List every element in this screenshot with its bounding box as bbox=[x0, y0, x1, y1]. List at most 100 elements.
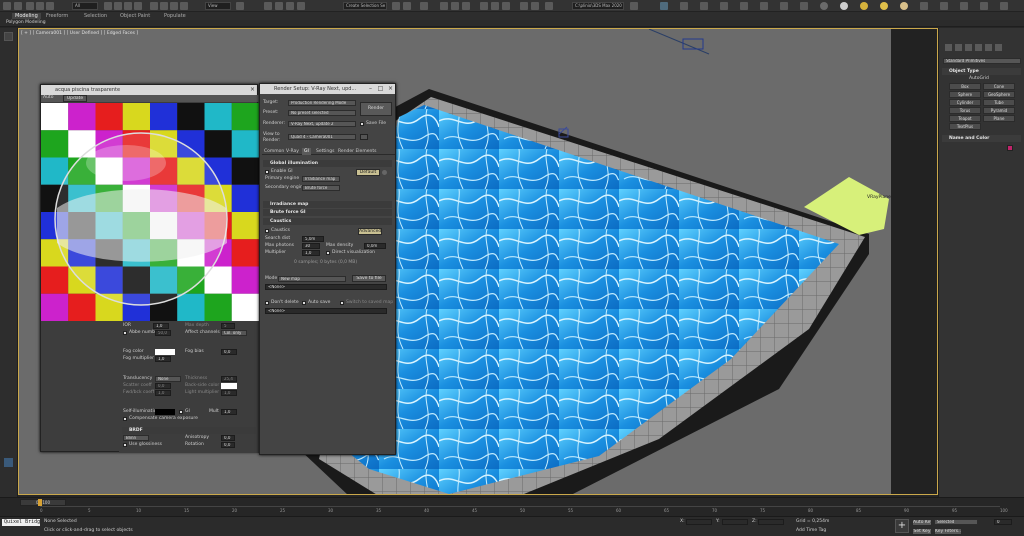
modify-tab-icon[interactable] bbox=[955, 44, 962, 51]
max-depth-input[interactable]: 5 bbox=[221, 323, 235, 329]
direct-vis-checkbox[interactable] bbox=[326, 251, 330, 255]
default-button[interactable]: Default bbox=[356, 169, 380, 176]
key-selection-dropdown[interactable]: Selected bbox=[934, 519, 978, 525]
minimize-icon[interactable]: – bbox=[366, 84, 375, 94]
light-icon[interactable] bbox=[880, 2, 888, 10]
tab-gi[interactable]: GI bbox=[302, 148, 311, 155]
hierarchy-tab-icon[interactable] bbox=[965, 44, 972, 51]
percent-snap-icon[interactable] bbox=[286, 2, 294, 10]
fwd-bwd-coeff-input[interactable]: 1,0 bbox=[155, 390, 171, 396]
vray-sun-icon[interactable] bbox=[760, 2, 768, 10]
textplus-button[interactable]: TextPlus bbox=[949, 123, 981, 130]
tab-modeling[interactable]: Modeling bbox=[12, 13, 41, 19]
window-crossing-icon[interactable] bbox=[134, 2, 142, 10]
maximize-icon[interactable]: □ bbox=[376, 84, 385, 94]
maxscript-listener[interactable]: Quixel Bridg bbox=[2, 519, 40, 526]
plane-button[interactable]: Plane bbox=[983, 115, 1015, 122]
caustics-rollout[interactable]: Caustics bbox=[263, 218, 392, 225]
mirror-icon[interactable] bbox=[392, 2, 400, 10]
bulb-icon[interactable] bbox=[900, 2, 908, 10]
auto-key-button[interactable]: Auto Key bbox=[912, 519, 932, 526]
tab-common[interactable]: Common bbox=[262, 148, 286, 155]
category-dropdown[interactable]: Standard Primitives bbox=[943, 58, 1021, 64]
vray-toolbar-icon[interactable] bbox=[531, 2, 539, 10]
reference-coord-dropdown[interactable]: View bbox=[205, 2, 231, 10]
curve-editor-icon[interactable] bbox=[440, 2, 448, 10]
map-file-field[interactable]: <None> bbox=[265, 284, 387, 290]
pyramid-button[interactable]: Pyramid bbox=[983, 107, 1015, 114]
gi-rollout[interactable]: Global illumination bbox=[263, 160, 392, 167]
angle-snap-icon[interactable] bbox=[275, 2, 283, 10]
auto-save-file-field[interactable]: <None> bbox=[265, 308, 387, 314]
track-bar[interactable]: 0 5 10 15 20 25 30 35 40 45 50 55 60 65 70 75 80 85 90 95 10… bbox=[40, 506, 1008, 516]
secondary-engine-dropdown[interactable]: Brute force bbox=[302, 185, 340, 191]
box-button[interactable]: Box bbox=[949, 83, 981, 90]
settings-icon[interactable] bbox=[920, 2, 928, 10]
vray-sphere-icon[interactable] bbox=[660, 2, 668, 10]
snap-icon[interactable] bbox=[264, 2, 272, 10]
scale-icon[interactable] bbox=[170, 2, 178, 10]
enable-gi-checkbox[interactable] bbox=[265, 170, 269, 174]
rotation-input[interactable]: 0,0 bbox=[221, 442, 235, 448]
thickness-input[interactable]: 25,4 bbox=[221, 376, 237, 382]
vray-lights-icon[interactable] bbox=[545, 2, 553, 10]
save-file-checkbox[interactable] bbox=[360, 122, 364, 126]
grid-icon[interactable] bbox=[980, 2, 988, 10]
brdf-dropdown[interactable]: Blinn bbox=[123, 435, 149, 441]
cloud-icon[interactable] bbox=[820, 2, 828, 10]
redo-icon[interactable] bbox=[14, 2, 22, 10]
fog-multiplier-input[interactable]: 1,0 bbox=[155, 356, 171, 362]
object-color-swatch[interactable] bbox=[1007, 145, 1013, 151]
save-to-file-button[interactable]: Save to file bbox=[352, 275, 386, 282]
align-icon[interactable] bbox=[403, 2, 411, 10]
undo-icon[interactable] bbox=[3, 2, 11, 10]
gi-checkbox[interactable] bbox=[179, 410, 183, 414]
close-icon[interactable]: × bbox=[386, 84, 395, 94]
help-icon[interactable] bbox=[1000, 2, 1008, 10]
render-production-icon[interactable] bbox=[502, 2, 510, 10]
tube-button[interactable]: Tube bbox=[983, 99, 1015, 106]
translucency-dropdown[interactable]: None bbox=[155, 376, 181, 382]
fog-color-swatch[interactable] bbox=[155, 349, 175, 355]
auto-checkbox-label[interactable]: Auto bbox=[43, 95, 53, 101]
vray-ies-icon[interactable] bbox=[800, 2, 808, 10]
time-slider[interactable]: 0 / 100 bbox=[20, 499, 66, 506]
region-select-icon[interactable] bbox=[124, 2, 132, 10]
y-coord-input[interactable] bbox=[722, 519, 748, 525]
tab-render-elements[interactable]: Render Elements bbox=[336, 148, 378, 155]
search-dist-input[interactable]: 5,0m bbox=[302, 236, 324, 242]
object-type-rollout[interactable]: Object Type bbox=[942, 68, 1021, 75]
viewport-label[interactable]: [ + ] [ Camera001 ] [ User Defined ] [ E… bbox=[21, 31, 138, 37]
sphere-button[interactable]: Sphere bbox=[949, 91, 981, 98]
tab-populate[interactable]: Populate bbox=[164, 13, 186, 19]
use-glossiness-radio[interactable] bbox=[123, 443, 127, 447]
multiplier-input[interactable]: 1,0 bbox=[302, 250, 320, 256]
display-tab-icon[interactable] bbox=[985, 44, 992, 51]
view-to-render-dropdown[interactable]: Quad 4 - Camera001 bbox=[288, 134, 356, 140]
close-icon[interactable]: × bbox=[248, 85, 257, 95]
advanced-button[interactable]: Advanced bbox=[358, 228, 382, 235]
selection-set-dropdown[interactable]: Create Selection Se bbox=[343, 2, 387, 10]
mode-dropdown[interactable]: New map bbox=[278, 276, 346, 282]
selection-filter-dropdown[interactable]: All bbox=[72, 2, 98, 10]
caustics-checkbox[interactable] bbox=[265, 229, 269, 233]
camera-icon[interactable] bbox=[940, 2, 948, 10]
bind-spacewarp-icon[interactable] bbox=[46, 2, 54, 10]
workspace-path-dropdown[interactable]: C:\plinio\3DS Max 2020 bbox=[572, 2, 624, 10]
tab-settings[interactable]: Settings bbox=[314, 148, 336, 155]
max-density-input[interactable]: 0,0m bbox=[364, 243, 386, 249]
select-object-icon[interactable] bbox=[104, 2, 112, 10]
vray-plane-icon[interactable] bbox=[740, 2, 748, 10]
scatter-coeff-input[interactable]: 0,0 bbox=[155, 383, 171, 389]
add-time-tag[interactable]: Add Time Tag bbox=[796, 528, 826, 534]
render-setup-icon[interactable] bbox=[480, 2, 488, 10]
material-editor-icon[interactable] bbox=[462, 2, 470, 10]
sun-icon[interactable] bbox=[860, 2, 868, 10]
schematic-view-icon[interactable] bbox=[451, 2, 459, 10]
back-side-color-swatch[interactable] bbox=[221, 383, 237, 389]
teapot-icon[interactable] bbox=[960, 2, 968, 10]
vray-frame-buffer-icon[interactable] bbox=[520, 2, 528, 10]
max-photons-input[interactable]: 30 bbox=[302, 243, 320, 249]
polygon-modeling-label[interactable]: Polygon Modeling bbox=[6, 20, 46, 26]
explorer-toggle-icon[interactable] bbox=[4, 32, 13, 41]
